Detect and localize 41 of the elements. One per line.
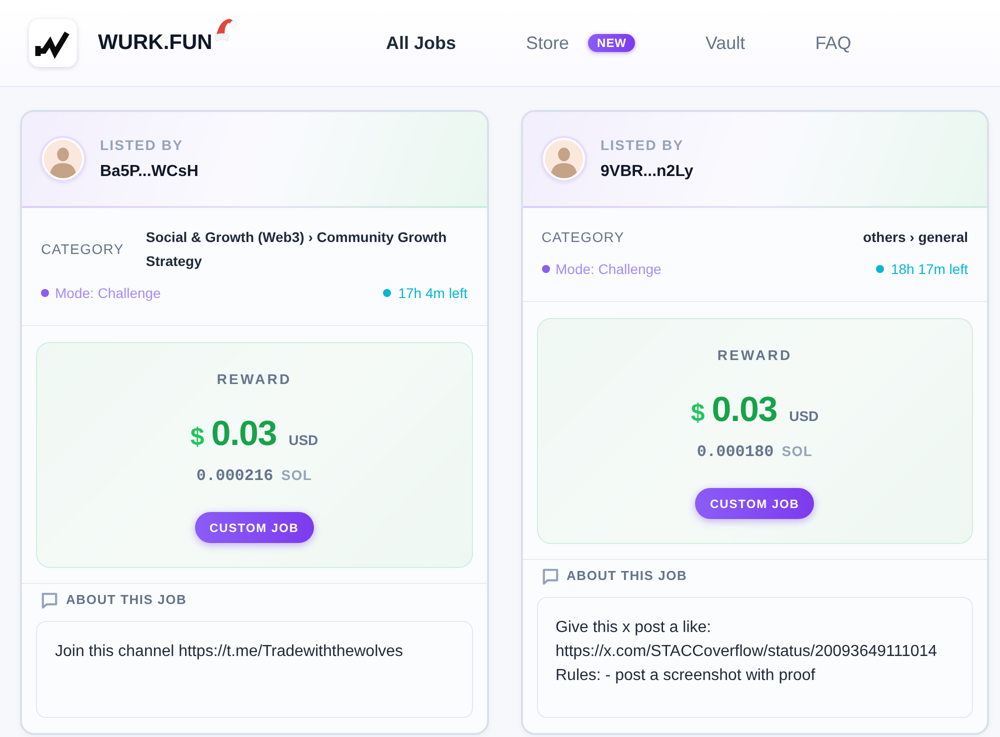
lister-address: 9VBR...n2Ly xyxy=(600,162,694,182)
nav-link[interactable]: Vault xyxy=(705,31,746,55)
nav-link[interactable]: All Jobs xyxy=(386,31,456,55)
time-left: 18h 17m left xyxy=(890,260,968,279)
sol-amount: 0.000180 xyxy=(696,442,774,463)
custom-job-button[interactable]: CUSTOM JOB xyxy=(194,512,314,543)
about-label: ABOUT THIS JOB xyxy=(66,591,187,609)
category-label: CATEGORY xyxy=(41,240,124,259)
reward-label: REWARD xyxy=(717,346,792,364)
sol-unit: SOL xyxy=(281,466,312,485)
logo-icon[interactable] xyxy=(29,19,77,67)
listed-by-label: LISTED BY xyxy=(100,136,184,154)
usd-unit: USD xyxy=(288,431,318,450)
new-badge: NEW xyxy=(588,34,636,52)
nav-link[interactable]: Store xyxy=(526,31,570,55)
listed-by-label: LISTED BY xyxy=(600,136,685,154)
chat-bubble-icon xyxy=(542,568,558,584)
nav-link[interactable]: FAQ xyxy=(815,31,852,55)
job-description: Give this x post a like: https://x.com/STACCoverflow/status/20093649111014 Rules: - post a screenshot with proof xyxy=(556,618,938,686)
mode-label: Mode: Challenge xyxy=(55,284,161,303)
job-description: Join this channel https://t.me/Tradewiththewolves xyxy=(55,642,404,662)
avatar-icon xyxy=(40,136,86,182)
avatar-icon xyxy=(540,136,586,182)
time-left: 17h 4m left xyxy=(398,284,468,303)
brand-name[interactable]: WURK.FUN xyxy=(98,30,212,56)
lister-address: Ba5P...WCsH xyxy=(100,162,198,182)
about-label: ABOUT THIS JOB xyxy=(566,567,688,585)
chat-bubble-icon xyxy=(41,592,58,608)
category-label: CATEGORY xyxy=(542,228,624,247)
sol-amount: 0.000216 xyxy=(196,466,274,487)
usd-amount: 0.03 xyxy=(211,414,277,454)
category-value: Social & Growth (Web3) › Community Growth Strategy xyxy=(144,228,448,271)
mode-label: Mode: Challenge xyxy=(556,260,662,279)
currency-symbol: $ xyxy=(190,422,204,453)
usd-amount: 0.03 xyxy=(712,390,778,430)
custom-job-button[interactable]: CUSTOM JOB xyxy=(695,488,814,519)
usd-unit: USD xyxy=(789,407,819,426)
category-value: others › general xyxy=(862,228,968,247)
currency-symbol: $ xyxy=(690,398,705,429)
sol-unit: SOL xyxy=(782,442,813,461)
reward-label: REWARD xyxy=(216,370,292,388)
